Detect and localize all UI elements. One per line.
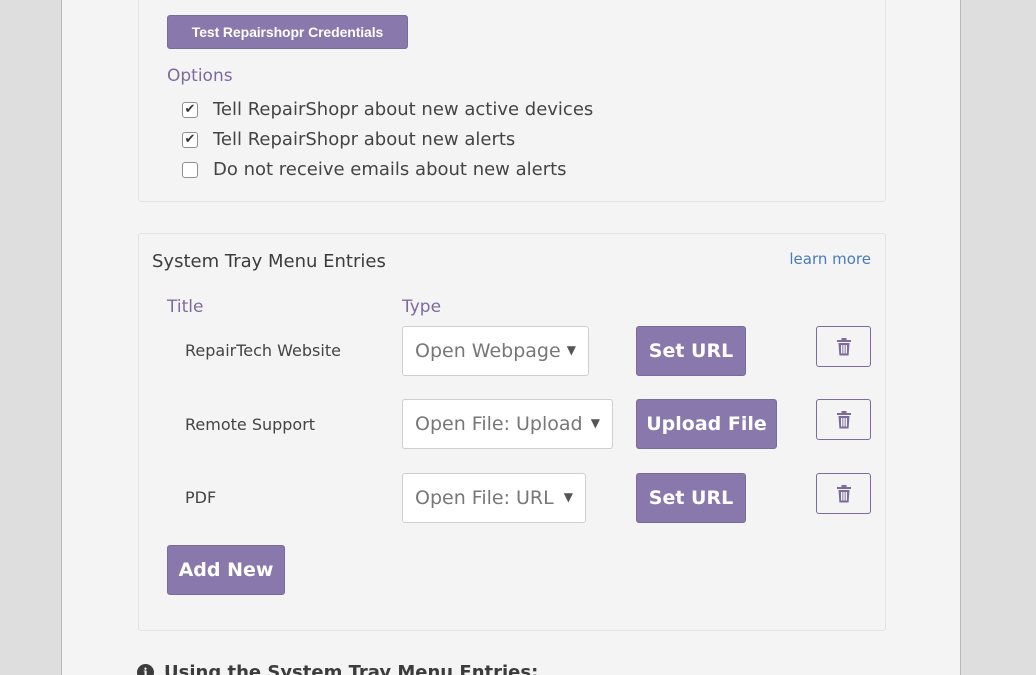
delete-entry-button[interactable] [816, 473, 871, 514]
info-icon: i [137, 664, 154, 675]
add-new-button[interactable]: Add New [167, 545, 285, 595]
checkbox-no-emails[interactable] [182, 161, 198, 178]
entry-type-select[interactable]: Open Webpage ▼ [402, 326, 589, 376]
usage-heading-text: Using the System Tray Menu Entries: [164, 662, 539, 675]
entry-title: RepairTech Website [185, 341, 341, 360]
entry-type-select[interactable]: Open File: URL ▼ [402, 473, 586, 523]
system-tray-panel: System Tray Menu Entries learn more Titl… [138, 233, 886, 631]
column-header-type: Type [402, 297, 442, 317]
dropdown-arrow-icon: ▼ [566, 343, 576, 357]
select-value: Open Webpage [415, 340, 561, 362]
column-header-title: Title [167, 297, 204, 317]
checkbox-new-alerts[interactable]: ✔ [182, 131, 198, 148]
panel-title: System Tray Menu Entries [152, 251, 386, 272]
delete-entry-button[interactable] [816, 326, 871, 367]
entry-title: PDF [185, 488, 217, 507]
entry-title: Remote Support [185, 415, 316, 434]
select-value: Open File: Upload [415, 413, 583, 435]
trash-icon [836, 410, 851, 428]
option-label: Tell RepairShopr about new active device… [213, 99, 594, 120]
learn-more-link[interactable]: learn more [789, 250, 871, 268]
test-credentials-button[interactable]: Test Repairshopr Credentials [167, 15, 408, 49]
checkbox-active-devices[interactable]: ✔ [182, 101, 198, 118]
main-content: Test Repairshopr Credentials Options ✔ T… [61, 0, 961, 675]
option-label: Do not receive emails about new alerts [213, 159, 567, 180]
trash-icon [836, 484, 851, 502]
option-new-alerts[interactable]: ✔ Tell RepairShopr about new alerts [182, 129, 515, 150]
set-url-button[interactable]: Set URL [636, 473, 746, 523]
option-no-emails[interactable]: Do not receive emails about new alerts [182, 159, 567, 180]
trash-icon [836, 337, 851, 355]
option-label: Tell RepairShopr about new alerts [213, 129, 516, 150]
upload-file-button[interactable]: Upload File [636, 399, 777, 449]
dropdown-arrow-icon: ▼ [590, 416, 600, 430]
dropdown-arrow-icon: ▼ [563, 490, 573, 504]
options-label: Options [167, 66, 233, 86]
usage-heading: i Using the System Tray Menu Entries: [137, 662, 538, 675]
entry-type-select[interactable]: Open File: Upload ▼ [402, 399, 613, 449]
option-active-devices[interactable]: ✔ Tell RepairShopr about new active devi… [182, 99, 593, 120]
set-url-button[interactable]: Set URL [636, 326, 746, 376]
repairshopr-settings-panel: Test Repairshopr Credentials Options ✔ T… [138, 0, 886, 202]
select-value: Open File: URL [415, 487, 554, 509]
delete-entry-button[interactable] [816, 399, 871, 440]
